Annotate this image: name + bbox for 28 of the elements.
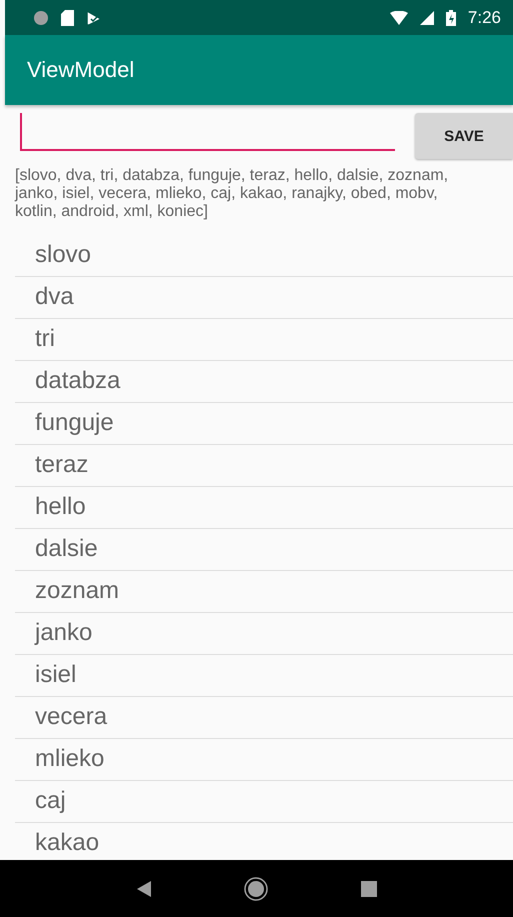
list-item[interactable]: tri bbox=[15, 319, 513, 361]
save-button[interactable]: SAVE bbox=[415, 113, 513, 159]
text-input-field[interactable] bbox=[20, 113, 395, 151]
list-item[interactable]: dva bbox=[15, 277, 513, 319]
checklist-icon bbox=[86, 10, 102, 26]
list-item[interactable]: janko bbox=[15, 613, 513, 655]
list-item[interactable]: teraz bbox=[15, 445, 513, 487]
list-item[interactable]: mlieko bbox=[15, 739, 513, 781]
home-icon[interactable] bbox=[244, 876, 268, 900]
list-item[interactable]: caj bbox=[15, 781, 513, 823]
recents-icon[interactable] bbox=[360, 880, 376, 896]
notification-dot-icon bbox=[33, 10, 49, 26]
list-item[interactable]: zoznam bbox=[15, 571, 513, 613]
list-item[interactable]: slovo bbox=[15, 235, 513, 277]
list-item[interactable]: isiel bbox=[15, 655, 513, 697]
list-item[interactable]: databza bbox=[15, 361, 513, 403]
list-item[interactable]: funguje bbox=[15, 403, 513, 445]
back-icon[interactable] bbox=[136, 880, 150, 896]
app-title: ViewModel bbox=[27, 57, 134, 83]
list-item[interactable]: dalsie bbox=[15, 529, 513, 571]
signal-icon bbox=[420, 10, 434, 24]
list-item[interactable]: vecera bbox=[15, 697, 513, 739]
list-item[interactable]: hello bbox=[15, 487, 513, 529]
clock-time: 7:26 bbox=[468, 8, 501, 28]
wifi-icon bbox=[390, 10, 408, 24]
battery-icon bbox=[446, 10, 456, 26]
sd-card-icon bbox=[61, 10, 74, 26]
word-list-summary: [slovo, dva, tri, databza, funguje, teraz, hello, dalsie, zoznam, janko, isiel, vecera, mlieko, caj, kakao, ranajky, obed, mobv, kotlin, android, xml, koniec] bbox=[14, 166, 450, 221]
